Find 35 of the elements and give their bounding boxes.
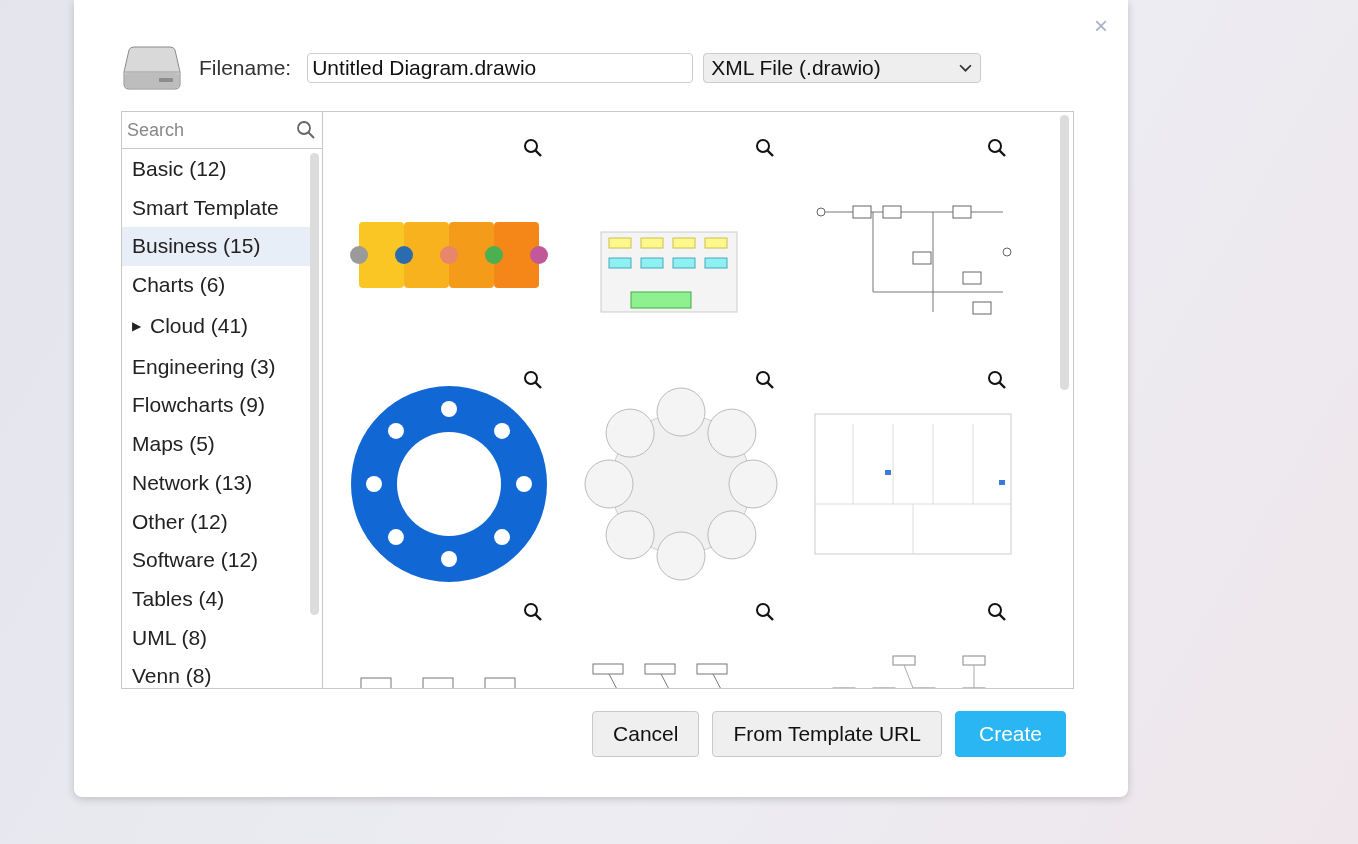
category-item[interactable]: Engineering (3) <box>122 347 310 387</box>
category-item[interactable]: Smart Template <box>122 188 310 228</box>
zoom-icon[interactable] <box>987 602 1007 622</box>
dialog-button[interactable]: From Template URL <box>712 711 942 757</box>
category-item[interactable]: UML (8) <box>122 618 310 658</box>
category-item[interactable]: Tables (4) <box>122 579 310 619</box>
scrollbar[interactable] <box>310 153 319 615</box>
search-icon <box>296 120 316 140</box>
expand-toggle[interactable]: ▶ <box>132 320 141 333</box>
zoom-icon[interactable] <box>987 138 1007 158</box>
category-item[interactable]: Basic (12) <box>122 150 310 189</box>
filename-field[interactable]: Untitled Diagram.drawio <box>307 53 694 83</box>
zoom-icon[interactable] <box>755 370 775 390</box>
zoom-icon[interactable] <box>755 602 775 622</box>
hard-drive-icon <box>123 46 181 90</box>
category-item[interactable]: Other (12) <box>122 502 310 542</box>
category-item[interactable]: Charts (6) <box>122 266 310 305</box>
filename-label: Filename: <box>199 56 292 80</box>
zoom-icon[interactable] <box>523 370 543 390</box>
category-item[interactable]: Network (13) <box>122 463 310 503</box>
category-item[interactable]: Flowcharts (9) <box>122 386 310 426</box>
category-item[interactable]: Venn (8) <box>122 657 310 688</box>
category-item[interactable]: Software (12) <box>122 541 310 580</box>
format-dropdown[interactable]: XML File (.drawio) <box>703 53 982 83</box>
zoom-icon[interactable] <box>987 370 1007 390</box>
category-item[interactable]: Maps (5) <box>122 425 310 464</box>
zoom-icon[interactable] <box>755 138 775 158</box>
zoom-icon[interactable] <box>523 602 543 622</box>
zoom-icon[interactable] <box>523 138 543 158</box>
category-label: Cloud (41) <box>150 312 249 339</box>
dialog-button[interactable]: Cancel <box>592 711 700 757</box>
chevron-down-icon <box>959 63 973 73</box>
scrollbar[interactable] <box>1060 115 1069 390</box>
category-item[interactable]: Business (15) <box>122 227 310 267</box>
category-item[interactable]: ▶ Cloud (41) <box>122 304 310 348</box>
